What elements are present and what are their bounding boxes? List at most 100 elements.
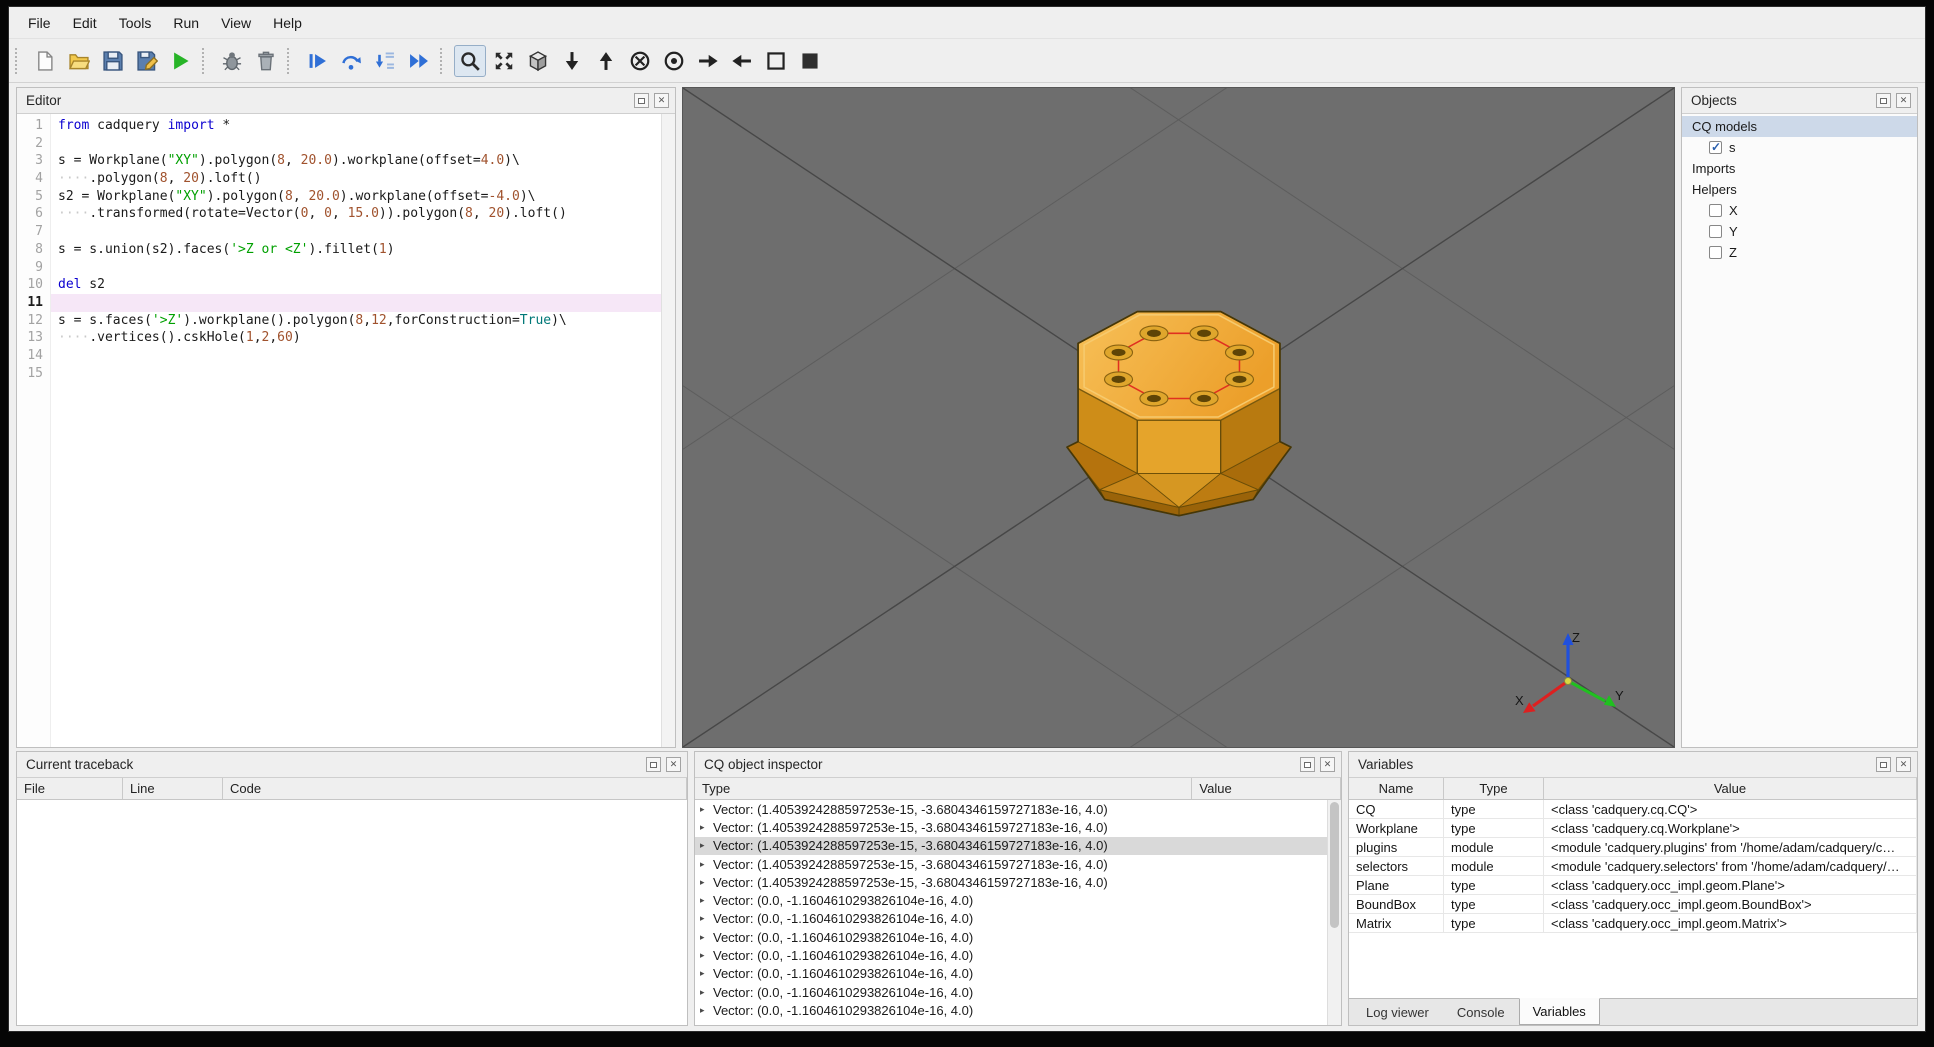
code-line-8[interactable]: s = s.union(s2).faces('>Z or <Z').fillet… [51,241,661,259]
float-panel-icon[interactable] [634,93,649,108]
editor-scrollbar[interactable] [661,114,675,747]
close-panel-icon[interactable]: ✕ [654,93,669,108]
view-back-button[interactable] [624,45,656,77]
tab-console[interactable]: Console [1443,999,1519,1025]
checkbox-x[interactable] [1709,204,1722,217]
objects-tree-item-x[interactable]: X [1682,200,1917,221]
inspector-row-11[interactable]: ▸ Vector: (0.0, -1.1604610293826104e-16, … [695,983,1341,1001]
inspector-scrollbar[interactable] [1327,800,1341,1025]
view-top-button[interactable] [590,45,622,77]
menu-item-help[interactable]: Help [262,10,313,36]
delete-button[interactable] [250,45,282,77]
editor-code[interactable]: from cadquery import * s = Workplane("XY"… [51,114,661,747]
objects-tree-item-helpers[interactable]: Helpers [1682,179,1917,200]
objects-tree-item-imports[interactable]: Imports [1682,158,1917,179]
close-panel-icon[interactable]: ✕ [1896,757,1911,772]
checkbox-z[interactable] [1709,246,1722,259]
tab-log-viewer[interactable]: Log viewer [1352,999,1443,1025]
expand-arrow-icon[interactable]: ▸ [700,841,713,850]
inspector-row-10[interactable]: ▸ Vector: (0.0, -1.1604610293826104e-16, … [695,965,1341,983]
toolbar-handle-debug-tools[interactable] [202,47,209,74]
expand-arrow-icon[interactable]: ▸ [700,951,713,960]
code-line-15[interactable] [51,365,661,383]
variable-row-plane[interactable]: Plane type <class 'cadquery.occ_impl.geom.… [1349,876,1917,895]
toolbar-handle-file[interactable] [15,47,22,74]
toolbar-handle-view[interactable] [440,47,447,74]
expand-arrow-icon[interactable]: ▸ [700,969,713,978]
fit-all-button[interactable] [488,45,520,77]
menu-item-run[interactable]: Run [162,10,210,36]
close-panel-icon[interactable]: ✕ [1896,93,1911,108]
float-panel-icon[interactable] [1876,757,1891,772]
open-file-button[interactable] [63,45,95,77]
column-header-type[interactable]: Type [1444,778,1544,799]
column-header-type[interactable]: Type [695,778,1193,799]
code-line-3[interactable]: s = Workplane("XY").polygon(8, 20.0).wor… [51,152,661,170]
column-header-code[interactable]: Code [223,778,687,799]
view-front-button[interactable] [658,45,690,77]
new-file-button[interactable] [29,45,61,77]
inspector-row-6[interactable]: ▸ Vector: (0.0, -1.1604610293826104e-16, … [695,891,1341,909]
editor-body[interactable]: 1 2 3 4 5 6 7 8 9 10 11 12 13 14 15 from cadquery impo… [17,114,675,747]
expand-arrow-icon[interactable]: ▸ [700,877,713,887]
inspector-row-3[interactable]: ▸ Vector: (1.4053924288597253e-15, -3.680… [695,836,1341,855]
tab-variables[interactable]: Variables [1518,998,1600,1025]
inspector-row-4[interactable]: ▸ Vector: (1.4053924288597253e-15, -3.680… [695,855,1341,873]
inspector-row-7[interactable]: ▸ Vector: (0.0, -1.1604610293826104e-16, … [695,910,1341,928]
expand-arrow-icon[interactable]: ▸ [700,1005,713,1015]
expand-arrow-icon[interactable]: ▸ [700,859,713,869]
variable-row-cq[interactable]: CQ type <class 'cadquery.cq.CQ'> [1349,800,1917,819]
variable-row-workplane[interactable]: Workplane type <class 'cadquery.cq.Workpla… [1349,819,1917,838]
menu-item-view[interactable]: View [210,10,262,36]
float-panel-icon[interactable] [646,757,661,772]
expand-arrow-icon[interactable]: ▸ [700,932,713,942]
debug-button[interactable] [216,45,248,77]
expand-arrow-icon[interactable]: ▸ [700,822,713,832]
column-header-name[interactable]: Name [1349,778,1444,799]
checkbox-y[interactable] [1709,225,1722,238]
variable-row-plugins[interactable]: plugins module <module 'cadquery.plugins' … [1349,838,1917,857]
objects-tree-item-y[interactable]: Y [1682,221,1917,242]
objects-tree-item-s[interactable]: s [1682,137,1917,158]
checkbox-s[interactable] [1709,140,1722,154]
step-into-button[interactable] [369,45,401,77]
code-line-9[interactable] [51,259,661,277]
inspector-row-9[interactable]: ▸ Vector: (0.0, -1.1604610293826104e-16, … [695,946,1341,964]
save-as-button[interactable] [131,45,163,77]
view-bottom-button[interactable] [556,45,588,77]
code-line-14[interactable] [51,347,661,365]
expand-arrow-icon[interactable]: ▸ [700,914,713,923]
save-button[interactable] [97,45,129,77]
code-line-11[interactable] [51,293,661,312]
view-right-button[interactable] [692,45,724,77]
objects-tree-item-cq-models[interactable]: CQ models [1682,116,1917,137]
continue-button[interactable] [403,45,435,77]
3d-viewport[interactable]: Z X Y [682,87,1675,748]
code-line-10[interactable]: del s2 [51,276,661,294]
expand-arrow-icon[interactable]: ▸ [700,987,713,997]
variable-row-selectors[interactable]: selectors module <module 'cadquery.selecto… [1349,857,1917,876]
run-button[interactable] [165,45,197,77]
column-header-value[interactable]: Value [1192,778,1341,799]
step-over-button[interactable] [335,45,367,77]
shaded-button[interactable] [794,45,826,77]
fit-view-button[interactable] [454,44,486,77]
close-panel-icon[interactable]: ✕ [1320,757,1335,772]
column-header-file[interactable]: File [17,778,123,799]
inspector-row-1[interactable]: ▸ Vector: (1.4053924288597253e-15, -3.680… [695,800,1341,818]
variable-row-boundbox[interactable]: BoundBox type <class 'cadquery.occ_impl.ge… [1349,895,1917,914]
objects-tree-item-z[interactable]: Z [1682,242,1917,263]
inspector-row-12[interactable]: ▸ Vector: (0.0, -1.1604610293826104e-16, … [695,1001,1341,1019]
inspector-row-8[interactable]: ▸ Vector: (0.0, -1.1604610293826104e-16, … [695,928,1341,946]
code-line-12[interactable]: s = s.faces('>Z').workplane().polygon(8,… [51,312,661,330]
view-left-button[interactable] [726,45,758,77]
menu-item-edit[interactable]: Edit [62,10,108,36]
float-panel-icon[interactable] [1876,93,1891,108]
code-line-6[interactable]: ····.transformed(rotate=Vector(0, 0, 15.… [51,205,661,223]
code-line-1[interactable]: from cadquery import * [51,117,661,135]
code-line-7[interactable] [51,223,661,241]
close-panel-icon[interactable]: ✕ [666,757,681,772]
float-panel-icon[interactable] [1300,757,1315,772]
expand-arrow-icon[interactable]: ▸ [700,804,713,814]
variable-row-matrix[interactable]: Matrix type <class 'cadquery.occ_impl.geom… [1349,914,1917,933]
